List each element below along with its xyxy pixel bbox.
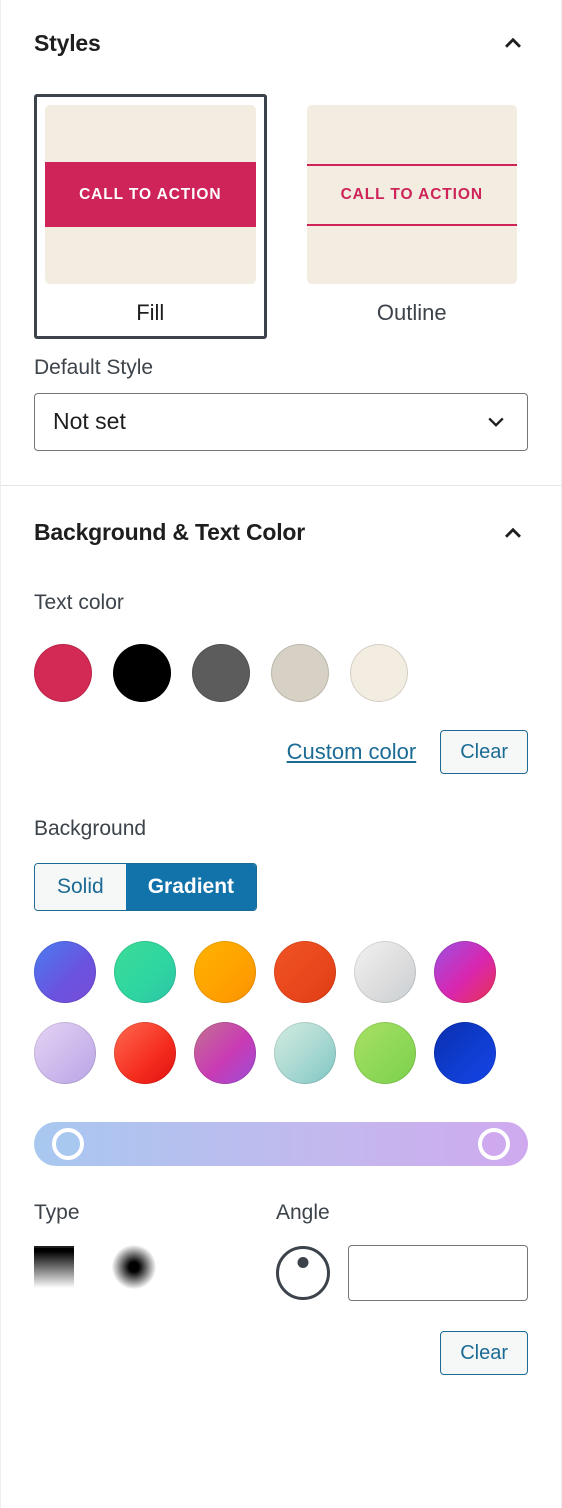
text-color-swatch-row <box>34 643 528 702</box>
gradient-swatch[interactable] <box>194 941 256 1004</box>
gradient-swatch[interactable] <box>434 1022 496 1085</box>
styles-panel-title: Styles <box>34 29 101 56</box>
text-color-label: Text color <box>34 590 124 614</box>
chevron-up-icon[interactable] <box>498 28 528 58</box>
gradient-type-label: Type <box>34 1201 80 1225</box>
text-color-swatch[interactable] <box>113 643 171 702</box>
text-color-swatch[interactable] <box>271 643 329 702</box>
color-panel: Background & Text Color Text color Custo… <box>1 486 561 1376</box>
styles-panel: Styles CALL TO ACTION Fill CALL TO ACTIO… <box>1 0 561 485</box>
linear-gradient-icon[interactable] <box>34 1246 74 1289</box>
gradient-stop-handle-end[interactable] <box>478 1128 510 1161</box>
gradient-swatch[interactable] <box>274 941 336 1004</box>
color-panel-header[interactable]: Background & Text Color <box>34 518 528 548</box>
gradient-swatch[interactable] <box>34 1022 96 1085</box>
style-preview-fill: CALL TO ACTION <box>45 105 256 284</box>
style-preview-outline: CALL TO ACTION <box>306 105 517 284</box>
gradient-swatch[interactable] <box>114 1022 176 1085</box>
gradient-swatch[interactable] <box>354 941 416 1004</box>
gradient-settings-row: Type Angle <box>34 1200 528 1302</box>
chevron-down-icon <box>483 409 509 435</box>
chevron-up-glyph <box>505 37 521 48</box>
default-style-label: Default Style <box>34 356 154 380</box>
clear-gradient-button[interactable]: Clear <box>440 1331 528 1376</box>
block-settings-sidebar: Styles CALL TO ACTION Fill CALL TO ACTIO… <box>0 0 562 1508</box>
toggle-solid[interactable]: Solid <box>35 863 126 911</box>
default-style-select[interactable]: Not set <box>34 392 528 451</box>
text-color-actions: Custom color Clear <box>34 729 528 774</box>
style-preview-button-label: CALL TO ACTION <box>79 185 222 203</box>
default-style-value: Not set <box>53 408 126 435</box>
text-color-swatch[interactable] <box>350 643 408 702</box>
gradient-actions: Clear <box>34 1331 528 1376</box>
chevron-up-icon[interactable] <box>498 518 528 548</box>
style-preview-button-label: CALL TO ACTION <box>340 185 483 203</box>
gradient-swatch[interactable] <box>434 941 496 1004</box>
style-variation-grid: CALL TO ACTION Fill CALL TO ACTION Outli… <box>34 94 528 340</box>
text-color-swatch[interactable] <box>34 643 92 702</box>
chevron-up-glyph <box>505 527 521 538</box>
gradient-slider-wrap <box>34 1122 528 1167</box>
chevron-down-glyph <box>488 417 504 427</box>
radial-gradient-icon[interactable] <box>112 1245 156 1290</box>
gradient-angle-label: Angle <box>276 1201 330 1225</box>
gradient-swatch[interactable] <box>34 941 96 1004</box>
gradient-slider-bar[interactable] <box>34 1122 528 1167</box>
style-preview-button-outline: CALL TO ACTION <box>306 163 517 226</box>
gradient-swatch[interactable] <box>114 941 176 1004</box>
toggle-gradient[interactable]: Gradient <box>125 863 257 911</box>
style-option-label-outline: Outline <box>376 300 447 325</box>
style-option-outline[interactable]: CALL TO ACTION Outline <box>295 94 528 340</box>
gradient-angle-col: Angle <box>276 1200 528 1302</box>
clear-text-color-button[interactable]: Clear <box>440 729 528 774</box>
style-option-fill[interactable]: CALL TO ACTION Fill <box>34 94 267 340</box>
gradient-swatch[interactable] <box>354 1022 416 1085</box>
angle-input[interactable] <box>348 1245 528 1302</box>
style-option-label-fill: Fill <box>136 300 165 325</box>
gradient-swatch[interactable] <box>274 1022 336 1085</box>
gradient-type-col: Type <box>34 1200 276 1301</box>
color-panel-title: Background & Text Color <box>34 519 305 546</box>
gradient-angle-controls <box>276 1245 528 1302</box>
style-preview-button-fill: CALL TO ACTION <box>45 162 256 227</box>
gradient-swatch-grid <box>34 941 528 1085</box>
styles-panel-header[interactable]: Styles <box>34 28 528 58</box>
text-color-swatch[interactable] <box>192 643 250 702</box>
gradient-swatch[interactable] <box>194 1022 256 1085</box>
custom-color-link[interactable]: Custom color <box>287 739 417 765</box>
background-type-toggle: Solid Gradient <box>34 862 258 912</box>
angle-dial-icon[interactable] <box>276 1246 330 1301</box>
gradient-type-icons <box>34 1245 276 1290</box>
background-label: Background <box>34 816 147 840</box>
gradient-stop-handle-start[interactable] <box>52 1128 84 1161</box>
